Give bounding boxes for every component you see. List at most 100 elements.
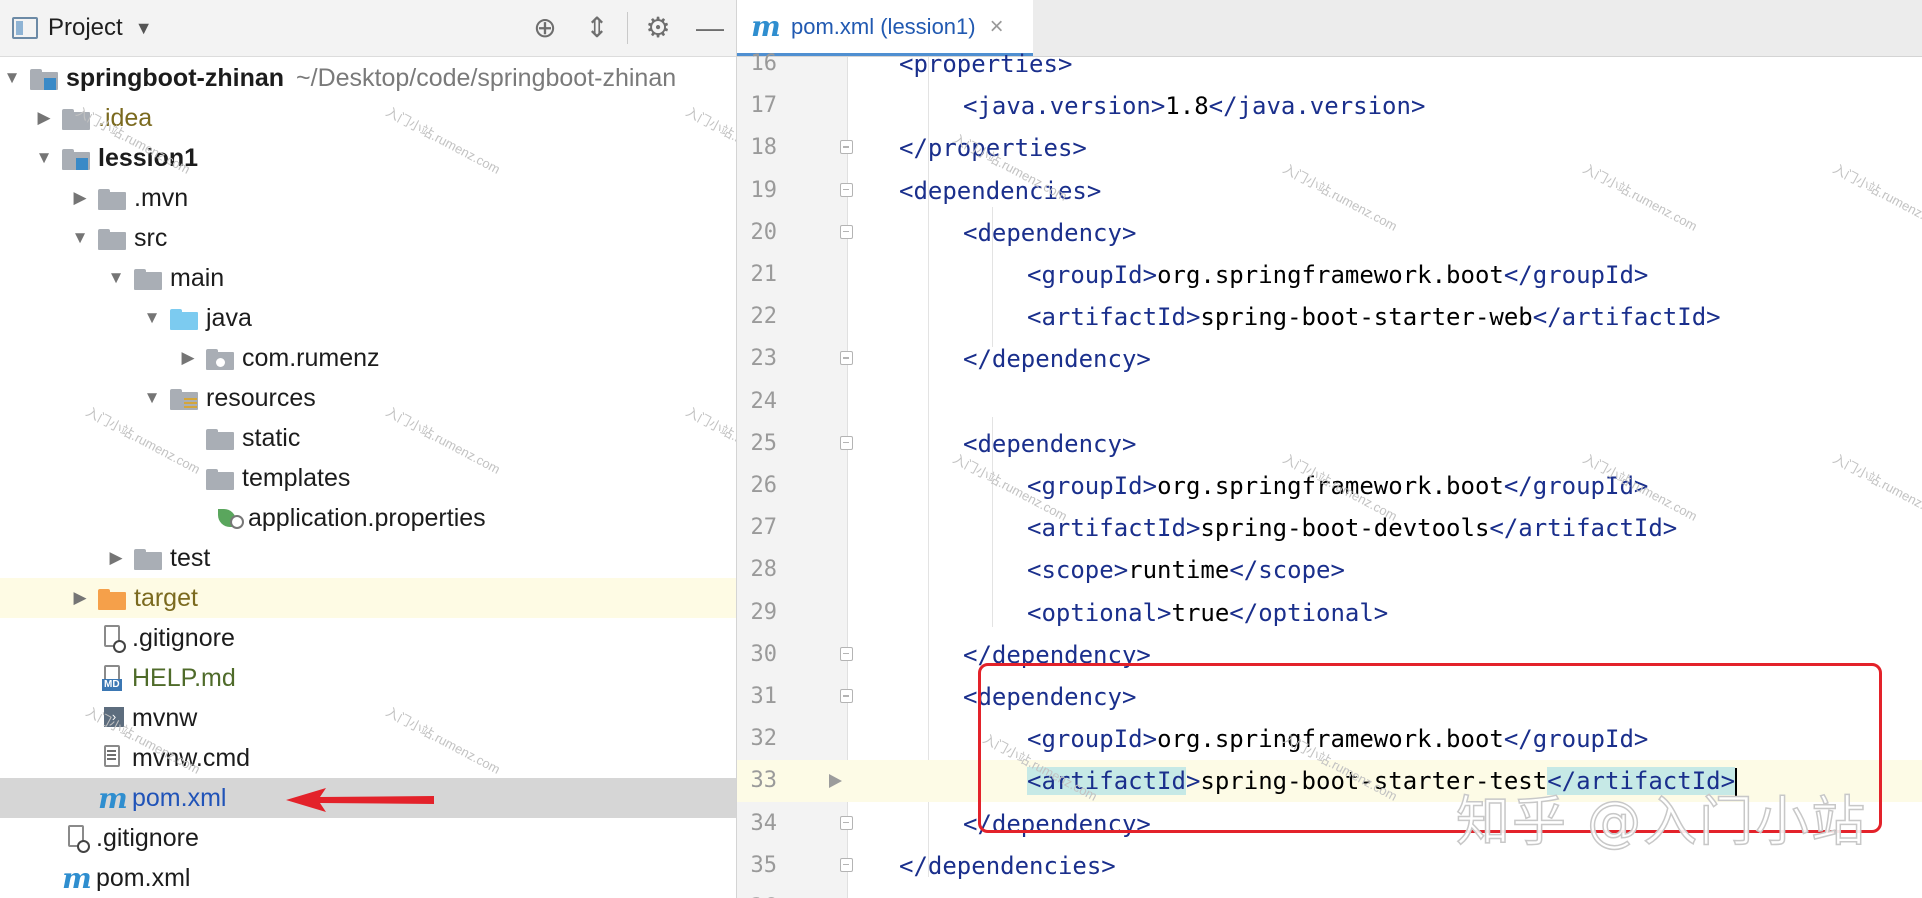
tree-item-pom-xml-root[interactable]: m pom.xml — [0, 858, 736, 898]
fold-marker-icon[interactable] — [840, 646, 853, 661]
tree-item-label: HELP.md — [132, 663, 236, 692]
fold-marker-icon[interactable] — [840, 351, 853, 366]
tree-item-test[interactable]: ▶ test — [0, 538, 736, 578]
code-line[interactable]: 18 </properties> — [737, 127, 1922, 169]
line-number: 20 — [750, 219, 778, 245]
tree-item-java[interactable]: ▼ java — [0, 298, 736, 338]
expand-arrow-icon[interactable]: ▼ — [140, 308, 164, 328]
expand-arrow-icon[interactable]: ▶ — [32, 108, 56, 128]
project-title: Project — [48, 14, 123, 41]
tree-item-label: com.rumenz — [242, 343, 380, 372]
tree-item-src[interactable]: ▼ src — [0, 218, 736, 258]
tree-item-main[interactable]: ▼ main — [0, 258, 736, 298]
tree-item-target[interactable]: ▶ target — [0, 578, 736, 618]
close-icon[interactable]: × — [990, 13, 1004, 41]
code-line[interactable]: 17 <java.version>1.8</java.version> — [737, 85, 1922, 127]
project-view-selector[interactable]: Project ▼ — [12, 14, 153, 42]
code-line[interactable]: 26 <groupId>org.springframework.boot</gro… — [737, 465, 1922, 507]
code-line[interactable]: 25 <dependency> — [737, 423, 1922, 465]
code-line[interactable]: 32 <groupId>org.springframework.boot</gro… — [737, 718, 1922, 760]
spring-properties-icon — [218, 505, 244, 531]
line-number: 33 — [750, 768, 778, 794]
line-number: 19 — [750, 177, 778, 203]
code-text: <java.version>1.8</java.version> — [963, 92, 1426, 121]
expand-arrow-icon[interactable]: ▼ — [140, 388, 164, 408]
code-line[interactable]: 21 <groupId>org.springframework.boot</gro… — [737, 254, 1922, 296]
line-number: 25 — [750, 430, 778, 456]
code-line[interactable]: 27 <artifactId>spring-boot-devtools</arti… — [737, 507, 1922, 549]
fold-marker-icon[interactable] — [840, 182, 853, 197]
fold-marker-icon[interactable] — [840, 140, 853, 155]
code-text: <scope>runtime</scope> — [1027, 556, 1345, 585]
fold-marker-icon[interactable] — [840, 857, 853, 872]
fold-marker-icon[interactable] — [840, 224, 853, 239]
line-number: 34 — [750, 810, 778, 836]
code-line[interactable]: 36 — [737, 887, 1922, 898]
expand-arrow-icon[interactable]: ▶ — [176, 348, 200, 368]
expand-arrow-icon[interactable]: ▼ — [104, 268, 128, 288]
collapse-all-icon[interactable]: ⇕ — [571, 0, 623, 56]
tree-item-gitignore[interactable]: .gitignore — [0, 618, 736, 658]
hide-panel-icon[interactable]: — — [684, 0, 736, 56]
fold-marker-icon[interactable] — [840, 435, 853, 450]
code-line[interactable]: 30 </dependency> — [737, 634, 1922, 676]
code-line[interactable]: 28 <scope>runtime</scope> — [737, 549, 1922, 591]
tree-item-gitignore-root[interactable]: .gitignore — [0, 818, 736, 858]
fold-marker-icon[interactable] — [840, 689, 853, 703]
project-panel: Project ▼ ⊕ ⇕ ⚙ — ▼ springboot-zhinan ~/… — [0, 0, 737, 898]
tree-item-springboot-zhinan[interactable]: ▼ springboot-zhinan ~/Desktop/code/sprin… — [0, 58, 736, 98]
code-line[interactable]: 20 <dependency> — [737, 212, 1922, 254]
code-text: </dependency> — [963, 809, 1151, 838]
tree-item-mvnw[interactable]: › mvnw — [0, 698, 736, 738]
maven-icon: m — [751, 10, 781, 43]
text-file-icon — [102, 745, 124, 771]
tree-item-mvnw-cmd[interactable]: mvnw.cmd — [0, 738, 736, 778]
tree-item-lession1[interactable]: ▼ lession1 — [0, 138, 736, 178]
maven-icon: m — [98, 781, 128, 815]
expand-arrow-icon[interactable]: ▼ — [0, 68, 24, 88]
resources-folder-icon — [170, 386, 200, 410]
tree-item-resources[interactable]: ▼ resources — [0, 378, 736, 418]
code-line[interactable]: 23 </dependency> — [737, 338, 1922, 380]
tree-item-static[interactable]: static — [0, 418, 736, 458]
line-number: 18 — [750, 135, 778, 161]
expand-arrow-icon[interactable]: ▶ — [68, 188, 92, 208]
gitignore-file-icon — [102, 625, 126, 653]
red-arrow-annotation — [286, 788, 434, 812]
code-text: <groupId>org.springframework.boot</group… — [1027, 725, 1649, 754]
tree-item-label: templates — [242, 463, 351, 492]
excluded-folder-icon — [98, 586, 128, 610]
expand-arrow-icon[interactable]: ▶ — [104, 548, 128, 568]
code-editor[interactable]: 16 <properties> 17 <java.version>1.8</java.… — [737, 50, 1922, 898]
code-line[interactable]: 22 <artifactId>spring-boot-starter-web</a… — [737, 296, 1922, 338]
gear-icon[interactable]: ⚙ — [632, 0, 684, 56]
code-text: <dependency> — [963, 218, 1137, 247]
code-text: <dependencies> — [899, 176, 1102, 205]
tree-item-label: .mvn — [134, 183, 189, 212]
tree-item-templates[interactable]: templates — [0, 458, 736, 498]
tree-item-label: springboot-zhinan — [66, 63, 285, 92]
line-number: 30 — [750, 641, 778, 667]
code-line[interactable]: 16 <properties> — [737, 43, 1922, 85]
expand-arrow-icon[interactable]: ▶ — [68, 588, 92, 608]
tree-item-com-rumenz[interactable]: ▶ com.rumenz — [0, 338, 736, 378]
code-line[interactable]: 24 — [737, 381, 1922, 423]
code-line[interactable]: 19 <dependencies> — [737, 170, 1922, 212]
expand-arrow-icon[interactable]: ▼ — [68, 228, 92, 248]
folder-icon — [206, 466, 236, 490]
tree-item-idea[interactable]: ▶ .idea — [0, 98, 736, 138]
code-text: <groupId>org.springframework.boot</group… — [1027, 472, 1649, 500]
fold-marker-icon[interactable] — [840, 815, 853, 830]
folder-icon — [134, 266, 164, 290]
code-text: <properties> — [899, 50, 1073, 78]
tree-item-application-properties[interactable]: application.properties — [0, 498, 736, 538]
locate-icon[interactable]: ⊕ — [519, 0, 571, 56]
folder-icon — [98, 186, 128, 210]
tree-item-help-md[interactable]: MD HELP.md — [0, 658, 736, 698]
expand-arrow-icon[interactable]: ▼ — [32, 148, 56, 168]
code-line[interactable]: 31 <dependency> — [737, 676, 1922, 718]
tree-item-mvn[interactable]: ▶ .mvn — [0, 178, 736, 218]
tree-item-label: pom.xml — [132, 783, 227, 812]
code-line[interactable]: 29 <optional>true</optional> — [737, 592, 1922, 634]
gutter-arrow-icon — [829, 774, 842, 789]
